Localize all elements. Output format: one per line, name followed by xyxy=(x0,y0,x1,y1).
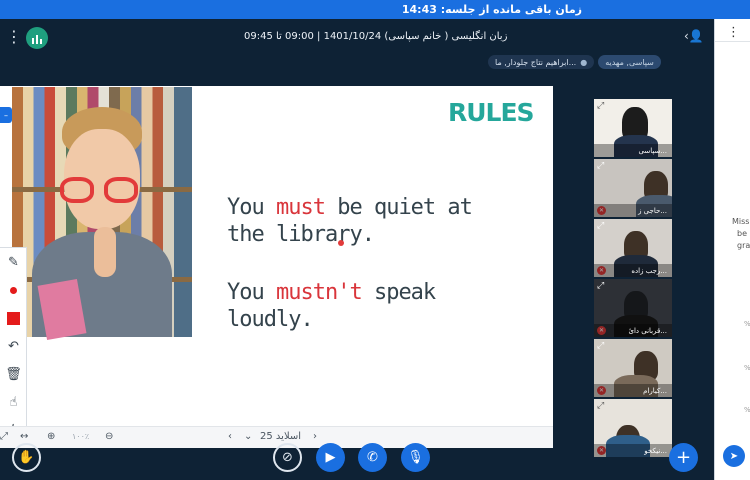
girl-illustration xyxy=(32,107,172,341)
chat-text-3: gra xyxy=(737,241,750,250)
expand-icon[interactable]: ⤢ xyxy=(597,101,604,111)
expand-icon[interactable]: ⤢ xyxy=(597,341,604,351)
action-bar: ✋ ⊘ ▶ ✆ 🎙 + xyxy=(0,430,714,480)
expand-icon[interactable]: ⤢ xyxy=(597,281,604,291)
microphone-button[interactable]: 🎙 xyxy=(401,443,430,472)
webcam-name: حاجی ز... xyxy=(594,204,672,217)
slide-rule-1: You must be quiet at the library. xyxy=(227,194,473,248)
raise-hand-button[interactable]: ✋ xyxy=(12,443,41,472)
trash-icon[interactable]: 🗑 xyxy=(0,360,27,388)
chat-text-1: Miss xyxy=(732,217,750,226)
webcam-name: سپاسی... xyxy=(594,144,672,157)
session-timer-text: زمان باقی مانده از جلسه: 14:43 xyxy=(401,3,582,16)
plus-icon: + xyxy=(675,447,692,468)
meeting-title: زبان انگلیسی ( خانم سپاسی) 1401/10/24 | … xyxy=(244,31,508,42)
pencil-tool[interactable]: ✎ xyxy=(0,248,27,276)
slide-title: RULES xyxy=(448,98,535,127)
webcam-name: رجب زاده... xyxy=(594,264,672,277)
slide-line-4: loudly. xyxy=(227,307,314,332)
whiteboard-toolbar: ✎ ↶ 🗑 ☝ ⌇ xyxy=(0,247,27,443)
screen-share-off-icon: ⊘ xyxy=(282,450,293,465)
meeting-app: ⋮ زبان انگلیسی ( خانم سپاسی) 1401/10/24 … xyxy=(0,19,714,480)
mic-icon: ● xyxy=(580,57,588,67)
phone-button[interactable]: ✆ xyxy=(358,443,387,472)
camera-icon: ▶ xyxy=(325,450,336,465)
chat-percent-3: % xyxy=(744,406,750,414)
webcam-tile[interactable]: ⤢ ✕ حاجی ز... xyxy=(594,159,672,217)
hand-tool[interactable]: ☝ xyxy=(0,388,27,416)
meeting-header: ⋮ زبان انگلیسی ( خانم سپاسی) 1401/10/24 … xyxy=(0,19,714,57)
webcam-tile[interactable]: ⤢ ✕ کیارام... xyxy=(594,339,672,397)
undo-icon[interactable]: ↶ xyxy=(0,332,27,360)
chat-percent-2: % xyxy=(744,364,750,372)
speaker-chip[interactable]: سپاسی, مهدیه xyxy=(598,55,661,69)
send-message-button[interactable]: ➤ xyxy=(723,445,745,467)
laser-pointer xyxy=(338,240,344,246)
send-icon: ➤ xyxy=(729,450,739,462)
expand-icon[interactable]: ⤢ xyxy=(597,161,604,171)
speaker-name: سپاسی, مهدیه xyxy=(605,57,654,67)
stats-icon[interactable] xyxy=(26,27,48,49)
actions-plus-button[interactable]: + xyxy=(669,443,698,472)
slide-photo xyxy=(12,87,192,341)
expand-icon[interactable]: ⤢ xyxy=(597,221,604,231)
session-timer-bar: زمان باقی مانده از جلسه: 14:43 xyxy=(0,0,750,19)
webcam-name: قربانی دائ... xyxy=(594,324,672,337)
presenter-bar: ابراهیم نتاج جلودار, ما... ● سپاسی, مهدی… xyxy=(488,55,661,69)
presenter-name: ابراهیم نتاج جلودار, ما... xyxy=(495,57,577,67)
webcam-tile[interactable]: ⤢ سپاسی... xyxy=(594,99,672,157)
toolbar-toggle[interactable]: – xyxy=(0,107,12,123)
shape-tool[interactable] xyxy=(0,304,27,332)
webcam-tile[interactable]: ⤢ ✕ قربانی دائ... xyxy=(594,279,672,337)
webcam-tile[interactable]: ⤢ ✕ رجب زاده... xyxy=(594,219,672,277)
presenter-chip[interactable]: ابراهیم نتاج جلودار, ما... ● xyxy=(488,55,595,69)
slide-line-3: You mustn't speak xyxy=(227,280,436,305)
presentation-slide: RULES You must be quiet at the library. … xyxy=(0,86,553,443)
slide-line-1: You must be quiet at xyxy=(227,195,473,220)
microphone-icon: 🎙 xyxy=(407,450,424,465)
panel-options-icon[interactable]: ⋮ xyxy=(727,25,740,40)
slide-line-2: the library. xyxy=(227,222,375,247)
webcam-name: کیارام... xyxy=(594,384,672,397)
slide-rule-2: You mustn't speak loudly. xyxy=(227,279,436,333)
phone-icon: ✆ xyxy=(367,450,378,465)
more-options-icon[interactable]: ⋮ xyxy=(6,29,22,45)
chat-text-2: be xyxy=(737,229,747,238)
hand-icon: ✋ xyxy=(18,450,35,465)
chat-percent-1: % xyxy=(744,320,750,328)
users-toggle-icon[interactable]: ‹👤 xyxy=(684,29,704,43)
expand-icon[interactable]: ⤢ xyxy=(597,401,604,411)
color-tool[interactable] xyxy=(0,276,27,304)
screen-share-button[interactable]: ⊘ xyxy=(273,443,302,472)
chat-side-panel: ⋮ Miss be gra % % % ➤ xyxy=(714,19,750,480)
camera-button[interactable]: ▶ xyxy=(316,443,345,472)
